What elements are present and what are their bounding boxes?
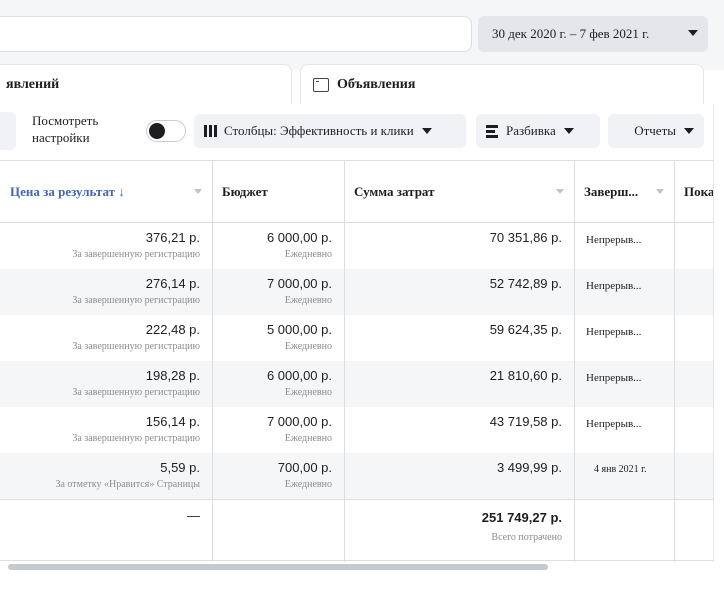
sort-caret-icon <box>556 189 564 194</box>
tab-ad-sets[interactable]: явлений <box>0 64 292 104</box>
chevron-down-icon <box>684 128 694 134</box>
column-header-budget-label: Бюджет <box>222 183 268 199</box>
tab-ads[interactable]: Объявления <box>300 64 704 104</box>
ad-icon <box>313 77 329 92</box>
budget-period: Ежедневно <box>284 387 332 398</box>
breakdown-icon <box>486 124 498 138</box>
table-row[interactable]: 5,59 р. За отметку «Нравится» Страницы 7… <box>0 453 713 499</box>
view-settings-label: Посмотреть настройки <box>32 113 99 145</box>
table-row[interactable]: 156,14 р. За завершенную регистрацию 7 0… <box>0 407 713 453</box>
column-header-ends-label: Заверш... <box>584 183 639 199</box>
table-row[interactable]: 198,28 р. За завершенную регистрацию 6 0… <box>0 361 713 407</box>
price-value: 376,21 р. <box>145 230 200 245</box>
total-spend-value: 251 749,27 р. <box>481 510 562 525</box>
spend-value: 70 351,86 р. <box>489 230 562 245</box>
table-row[interactable]: 276,14 р. За завершенную регистрацию 7 0… <box>0 269 713 315</box>
price-result-type: За завершенную регистрацию <box>72 249 200 260</box>
tab-ads-label: Объявления <box>337 76 416 92</box>
tab-ad-sets-label: явлений <box>6 76 60 92</box>
budget-value: 6 000,00 р. <box>266 368 332 383</box>
price-value: 156,14 р. <box>145 414 200 429</box>
sort-caret-icon <box>656 189 664 194</box>
chevron-down-icon <box>563 128 574 134</box>
budget-value: 6 000,00 р. <box>266 230 332 245</box>
price-value: 276,14 р. <box>145 276 200 291</box>
spend-value: 52 742,89 р. <box>489 276 562 291</box>
budget-value: 700,00 р. <box>277 460 332 475</box>
total-spend-label: Всего потрачено <box>491 532 562 543</box>
columns-button[interactable]: Столбцы: Эффективность и клики <box>194 114 466 148</box>
price-value: 198,28 р. <box>145 368 200 383</box>
price-value: 5,59 р. <box>160 460 200 475</box>
column-header-ends[interactable]: Заверш... <box>574 161 674 223</box>
end-date-value: Непрерыв... <box>586 234 642 246</box>
date-range-label: 30 дек 2020 г. – 7 фев 2021 г. <box>492 26 650 41</box>
date-range-picker[interactable]: 30 дек 2020 г. – 7 фев 2021 г. <box>478 16 708 52</box>
end-date-value: Непрерыв... <box>586 326 642 338</box>
chevron-down-icon <box>421 128 432 134</box>
toolbar-left-button[interactable] <box>0 112 16 150</box>
breakdown-label: Разбивка <box>506 123 556 138</box>
column-header-spend[interactable]: Сумма затрат <box>344 161 574 223</box>
column-header-shows-label: Пока <box>684 183 714 199</box>
budget-value: 7 000,00 р. <box>266 276 332 291</box>
end-date-value: 4 янв 2021 г. <box>594 464 647 475</box>
budget-value: 5 000,00 р. <box>266 322 332 337</box>
table-row[interactable]: 376,21 р. За завершенную регистрацию 6 0… <box>0 223 713 269</box>
breakdown-button[interactable]: Разбивка <box>476 114 600 148</box>
price-result-type: За завершенную регистрацию <box>72 341 200 352</box>
column-divider <box>674 161 675 562</box>
budget-value: 7 000,00 р. <box>266 414 332 429</box>
search-bar[interactable] <box>0 16 472 52</box>
budget-period: Ежедневно <box>284 249 332 260</box>
budget-period: Ежедневно <box>284 295 332 306</box>
price-value: 222,48 р. <box>145 322 200 337</box>
price-result-type: За завершенную регистрацию <box>72 433 200 444</box>
column-header-spend-label: Сумма затрат <box>354 183 435 199</box>
column-header-shows[interactable]: Пока <box>674 161 714 223</box>
spend-value: 59 624,35 р. <box>489 322 562 337</box>
horizontal-scrollbar[interactable] <box>8 564 548 570</box>
sort-caret-icon <box>194 189 202 194</box>
spend-value: 43 719,58 р. <box>489 414 562 429</box>
budget-period: Ежедневно <box>284 341 332 352</box>
price-result-type: За отметку «Нравится» Страницы <box>55 479 200 490</box>
column-divider <box>344 161 345 562</box>
budget-period: Ежедневно <box>284 479 332 490</box>
table-row[interactable]: 222,48 р. За завершенную регистрацию 5 0… <box>0 315 713 361</box>
column-header-budget[interactable]: Бюджет <box>212 161 344 223</box>
view-settings-toggle[interactable] <box>146 120 186 142</box>
column-divider <box>574 161 575 562</box>
total-price-value: — <box>187 508 200 523</box>
end-date-value: Непрерыв... <box>586 280 642 292</box>
reports-button[interactable]: Отчеты <box>608 114 704 148</box>
budget-period: Ежедневно <box>284 433 332 444</box>
column-divider <box>212 161 213 562</box>
columns-label: Столбцы: Эффективность и клики <box>224 123 414 138</box>
price-result-type: За завершенную регистрацию <box>72 295 200 306</box>
columns-icon <box>204 125 217 137</box>
price-result-type: За завершенную регистрацию <box>72 387 200 398</box>
toggle-knob <box>149 123 165 139</box>
column-header-price[interactable]: Цена за результат ↓ <box>0 161 212 223</box>
reports-label: Отчеты <box>634 123 676 138</box>
spend-value: 3 499,99 р. <box>496 460 562 475</box>
chevron-down-icon <box>688 30 698 36</box>
column-header-price-label: Цена за результат ↓ <box>10 183 125 199</box>
ads-table: Цена за результат ↓ Бюджет Сумма затрат … <box>0 160 714 562</box>
spend-value: 21 810,60 р. <box>489 368 562 383</box>
totals-row: — 251 749,27 р. Всего потрачено <box>0 499 713 561</box>
end-date-value: Непрерыв... <box>586 372 642 384</box>
end-date-value: Непрерыв... <box>586 418 642 430</box>
